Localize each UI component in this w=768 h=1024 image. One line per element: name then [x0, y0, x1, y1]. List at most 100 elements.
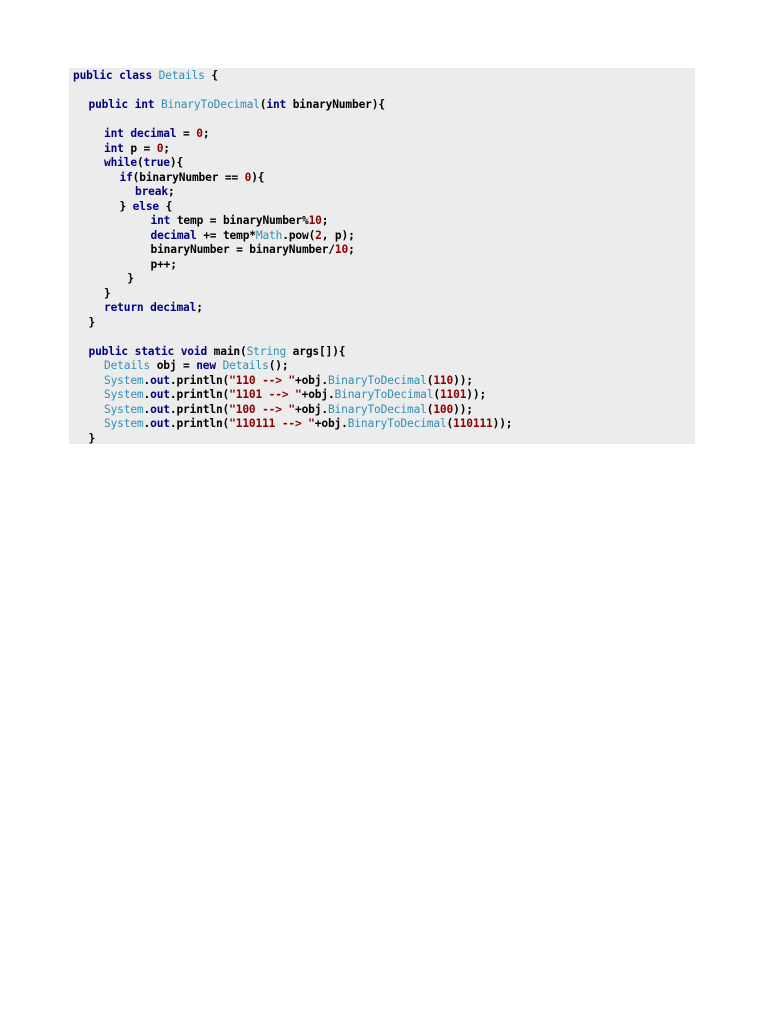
code-line: }: [73, 315, 96, 330]
code-line: int decimal = 0;: [73, 126, 210, 141]
code-block: public class Details {public int BinaryT…: [69, 68, 695, 446]
code-token: .println(: [169, 402, 230, 416]
code-line: System.out.println("110111 --> "+obj.Bin…: [73, 416, 513, 431]
code-token: decimal: [150, 301, 197, 314]
code-token: out: [150, 417, 170, 430]
code-token: args[]){: [286, 344, 346, 358]
code-token: 10: [308, 214, 322, 227]
code-token: static: [134, 344, 175, 358]
code-line: decimal += temp*Math.pow(2, p);: [73, 228, 355, 243]
code-token: (: [433, 388, 440, 401]
code-token: System: [104, 417, 144, 430]
code-line: System.out.println("100 --> "+obj.Binary…: [73, 402, 473, 417]
code-line: }: [73, 271, 134, 286]
code-token: p =: [123, 141, 157, 155]
code-token: .println(: [169, 388, 230, 401]
code-token: "100 --> ": [229, 402, 296, 416]
code-token: .pow(: [282, 228, 316, 242]
code-token: else: [132, 199, 160, 213]
code-token: decimal: [130, 127, 177, 140]
code-line: return decimal;: [73, 300, 203, 315]
code-token: main(: [207, 344, 247, 358]
code-token: void: [180, 344, 208, 358]
code-token: if: [119, 170, 133, 184]
code-token: ;: [202, 127, 210, 140]
code-token: .println(: [169, 373, 230, 387]
code-line: Details obj = new Details();: [73, 358, 289, 373]
code-token: ){: [169, 156, 184, 169]
code-line: public static void main(String args[]){: [73, 344, 346, 359]
code-line: }: [73, 286, 111, 301]
code-token: int: [134, 98, 155, 111]
code-line: System.out.println("110 --> "+obj.Binary…: [73, 373, 473, 388]
code-token: }: [88, 315, 96, 329]
code-token: public: [73, 69, 113, 82]
code-line: int temp = binaryNumber%10;: [73, 213, 329, 228]
code-line: System.out.println("1101 --> "+obj.Binar…: [73, 387, 486, 402]
code-token: p++;: [150, 257, 177, 271]
code-token: +obj.: [301, 388, 335, 401]
code-token: , p);: [321, 228, 355, 242]
code-token: 100: [433, 402, 454, 416]
code-token: out: [150, 388, 170, 401]
code-token: +obj.: [295, 373, 328, 387]
code-token: BinaryToDecimal: [334, 388, 434, 401]
code-line: while(true){: [73, 155, 183, 170]
code-token: 110: [433, 373, 454, 387]
code-token: System: [104, 373, 144, 387]
code-token: ){: [251, 170, 265, 184]
code-token: {: [159, 199, 173, 213]
code-token: while: [104, 156, 137, 169]
code-token: ;: [321, 214, 329, 227]
code-token: {: [204, 69, 218, 82]
code-token: Details: [222, 359, 269, 372]
code-token: Math: [255, 228, 283, 242]
code-token: 2: [315, 228, 322, 242]
code-token: (binaryNumber ==: [132, 170, 245, 184]
code-token: "110 --> ": [229, 373, 296, 387]
code-line: break;: [73, 184, 175, 199]
code-token: "1101 --> ": [229, 388, 302, 401]
code-token: += temp*: [196, 228, 256, 242]
code-token: binaryNumber){: [286, 98, 385, 111]
code-token: int: [104, 141, 124, 155]
code-token: }: [104, 286, 111, 300]
code-token: (: [136, 156, 144, 169]
code-line: int p = 0;: [73, 141, 170, 156]
code-line: p++;: [73, 257, 177, 272]
code-token: }: [127, 272, 134, 285]
code-token: ;: [348, 243, 355, 256]
code-token: "110111 --> ": [229, 417, 315, 430]
code-token: String: [246, 344, 287, 358]
code-token: binaryNumber = binaryNumber/: [150, 243, 336, 256]
code-token: class: [119, 69, 153, 82]
code-token: int: [150, 214, 171, 227]
code-token: ;: [167, 185, 175, 198]
code-line: }: [73, 431, 96, 446]
code-token: int: [266, 98, 287, 111]
code-token: +obj.: [295, 402, 328, 416]
code-token: .println(: [169, 417, 230, 430]
code-token: BinaryToDecimal: [160, 98, 260, 111]
code-token: ));: [492, 417, 513, 430]
code-token: 10: [334, 243, 349, 256]
code-token: out: [150, 373, 170, 387]
code-token: }: [88, 431, 96, 445]
code-token: System: [104, 388, 144, 401]
code-token: obj =: [150, 359, 197, 372]
code-line: if(binaryNumber == 0){: [73, 170, 265, 185]
code-token: System: [104, 402, 144, 416]
code-line: binaryNumber = binaryNumber/10;: [73, 242, 355, 257]
code-token: decimal: [150, 228, 197, 242]
code-token: ));: [453, 373, 473, 387]
code-token: 1101: [439, 388, 467, 401]
code-line: public class Details {: [73, 68, 218, 83]
code-token: +obj.: [314, 417, 348, 430]
code-token: 110111: [453, 417, 493, 430]
